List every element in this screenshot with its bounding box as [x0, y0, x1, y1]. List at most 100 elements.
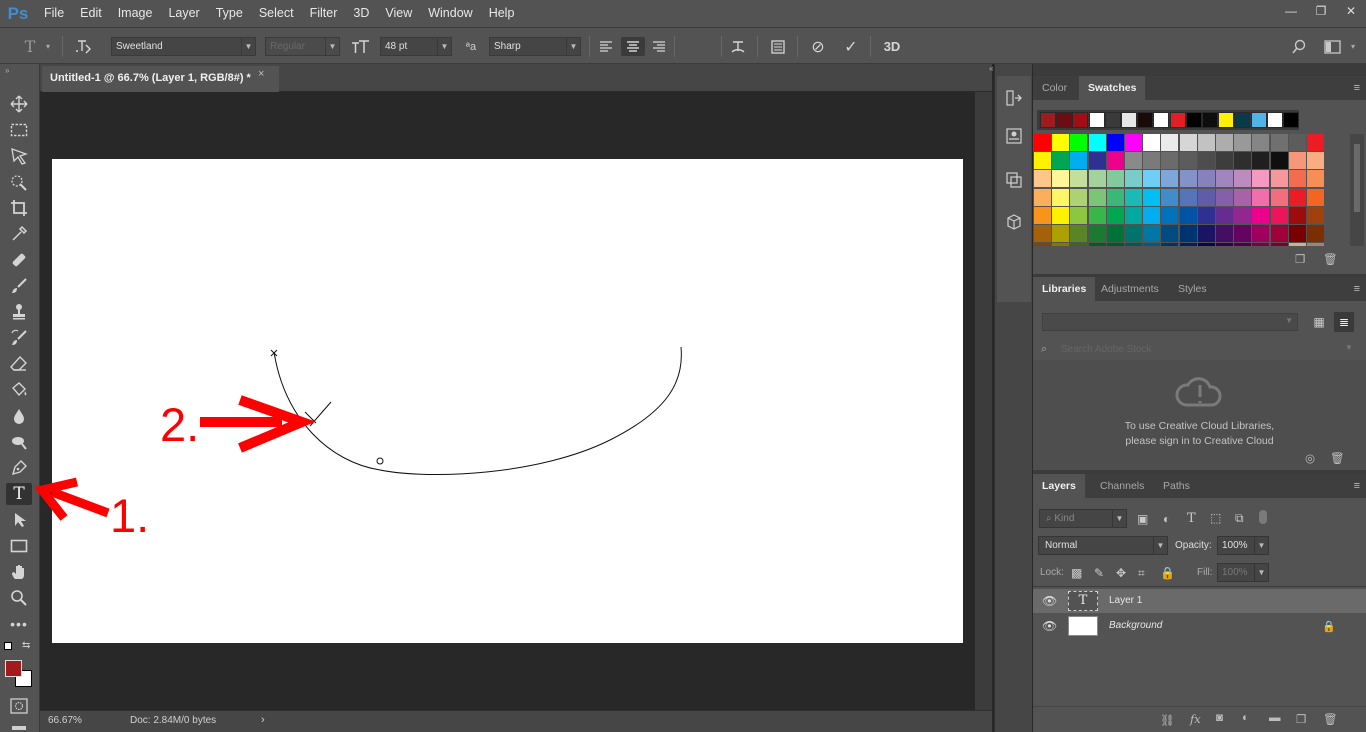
grid-view-icon[interactable]: ▦ — [1309, 312, 1329, 332]
swatch[interactable] — [1288, 243, 1306, 246]
swatch[interactable] — [1307, 243, 1324, 246]
swatch[interactable] — [1070, 225, 1088, 242]
swatch[interactable] — [1070, 188, 1088, 206]
filter-type-icon[interactable]: T — [1187, 511, 1196, 526]
swatch[interactable] — [1106, 225, 1124, 242]
swatch[interactable] — [1252, 243, 1270, 246]
swatch[interactable] — [1179, 243, 1197, 246]
swatch[interactable] — [1052, 188, 1070, 206]
vertical-scrollbar[interactable] — [975, 92, 992, 710]
swatch[interactable] — [1307, 206, 1324, 224]
lock-image-icon[interactable]: ✎ — [1094, 566, 1104, 580]
swatch[interactable] — [1234, 225, 1252, 242]
swatch[interactable] — [1216, 243, 1233, 246]
swatch[interactable] — [1088, 243, 1106, 246]
swatch[interactable] — [1070, 243, 1088, 246]
recent-swatch[interactable] — [1137, 112, 1154, 128]
swatch[interactable] — [1161, 225, 1179, 242]
filter-shape-icon[interactable]: ⬚ — [1210, 511, 1221, 525]
stock-search-input[interactable]: Search Adobe Stock — [1061, 344, 1152, 355]
lock-artboard-icon[interactable]: ⌗ — [1138, 566, 1145, 581]
swatch[interactable] — [1252, 170, 1270, 188]
swatch[interactable] — [1161, 152, 1179, 170]
fill-input[interactable]: 100% ▼ — [1217, 563, 1269, 582]
swatch[interactable] — [1197, 170, 1215, 188]
swatch[interactable] — [1143, 188, 1161, 206]
swatch[interactable] — [1288, 152, 1306, 170]
swatch[interactable] — [1252, 188, 1270, 206]
swatch[interactable] — [1161, 206, 1179, 224]
swatch[interactable] — [1070, 134, 1088, 151]
swatch[interactable] — [1307, 134, 1324, 151]
tab-layers[interactable]: Layers — [1033, 474, 1085, 498]
swatch[interactable] — [1179, 225, 1197, 242]
swatch[interactable] — [1034, 225, 1051, 242]
swatch[interactable] — [1307, 225, 1324, 242]
tab-swatches[interactable]: Swatches — [1079, 76, 1146, 100]
swatch[interactable] — [1270, 243, 1288, 246]
recent-swatch[interactable] — [1088, 112, 1105, 128]
adjustment-layer-icon[interactable]: ◐ — [1242, 712, 1249, 724]
swatch[interactable] — [1052, 225, 1070, 242]
swatch[interactable] — [1252, 134, 1270, 151]
swatch[interactable] — [1088, 188, 1106, 206]
recent-swatch[interactable] — [1266, 112, 1283, 128]
lock-all-icon[interactable]: 🔒 — [1160, 566, 1175, 580]
swatch[interactable] — [1288, 188, 1306, 206]
swatches-scrollbar[interactable] — [1350, 134, 1364, 246]
swatch[interactable] — [1106, 206, 1124, 224]
tab-paths[interactable]: Paths — [1154, 474, 1199, 498]
swatch[interactable] — [1179, 134, 1197, 151]
swatch[interactable] — [1088, 206, 1106, 224]
swatch[interactable] — [1052, 152, 1070, 170]
swatch[interactable] — [1106, 170, 1124, 188]
swatch[interactable] — [1197, 225, 1215, 242]
swatch[interactable] — [1234, 243, 1252, 246]
lock-transparent-icon[interactable]: ▩ — [1071, 566, 1082, 580]
3d-panel-icon[interactable] — [1004, 212, 1024, 232]
filter-pixel-icon[interactable]: ▣ — [1137, 512, 1148, 526]
layer-style-fx-icon[interactable]: fx — [1190, 712, 1201, 726]
swatch[interactable] — [1270, 206, 1288, 224]
properties-panel-icon[interactable] — [1004, 126, 1024, 146]
swatch[interactable] — [1052, 134, 1070, 151]
blend-mode-select[interactable]: Normal ▼ — [1038, 536, 1168, 555]
layer-row-background[interactable]: 👁 Background 🔒 — [1033, 614, 1366, 639]
stock-search-caret-icon[interactable]: ▼ — [1345, 343, 1353, 352]
swatch[interactable] — [1270, 188, 1288, 206]
swatch[interactable] — [1234, 152, 1252, 170]
list-view-icon[interactable]: ≣ — [1334, 312, 1354, 332]
swatch[interactable] — [1125, 188, 1142, 206]
swatch[interactable] — [1288, 170, 1306, 188]
history-panel-icon[interactable] — [1004, 88, 1024, 108]
swatch[interactable] — [1125, 225, 1142, 242]
swatch[interactable] — [1161, 243, 1179, 246]
swatch[interactable] — [1143, 243, 1161, 246]
swatch[interactable] — [1270, 170, 1288, 188]
lock-position-icon[interactable]: ✥ — [1116, 566, 1126, 580]
swatch[interactable] — [1216, 134, 1233, 151]
new-swatch-icon[interactable]: ❐ — [1295, 252, 1305, 266]
swatch[interactable] — [1106, 188, 1124, 206]
swatch[interactable] — [1197, 152, 1215, 170]
swatch[interactable] — [1070, 152, 1088, 170]
tab-adjustments[interactable]: Adjustments — [1092, 277, 1168, 301]
swatch[interactable] — [1270, 134, 1288, 151]
tab-channels[interactable]: Channels — [1091, 474, 1153, 498]
swatch[interactable] — [1125, 243, 1142, 246]
swatch[interactable] — [1307, 152, 1324, 170]
swatch[interactable] — [1052, 170, 1070, 188]
swatch[interactable] — [1052, 243, 1070, 246]
swatch[interactable] — [1216, 225, 1233, 242]
layer-name[interactable]: Layer 1 — [1109, 595, 1142, 606]
opacity-input[interactable]: 100% ▼ — [1217, 536, 1269, 555]
layer-filter-kind-select[interactable]: ⌕ Kind ▼ — [1039, 509, 1127, 528]
recent-swatch[interactable] — [1185, 112, 1202, 128]
recent-swatch[interactable] — [1283, 112, 1299, 128]
zoom-level[interactable]: 66.67% — [48, 715, 82, 726]
swatch[interactable] — [1088, 134, 1106, 151]
status-arrow-icon[interactable]: › — [261, 714, 265, 726]
tab-libraries[interactable]: Libraries — [1033, 277, 1096, 301]
recent-swatch[interactable] — [1056, 112, 1073, 128]
layer-row-layer-1[interactable]: 👁 T Layer 1 — [1033, 589, 1366, 613]
